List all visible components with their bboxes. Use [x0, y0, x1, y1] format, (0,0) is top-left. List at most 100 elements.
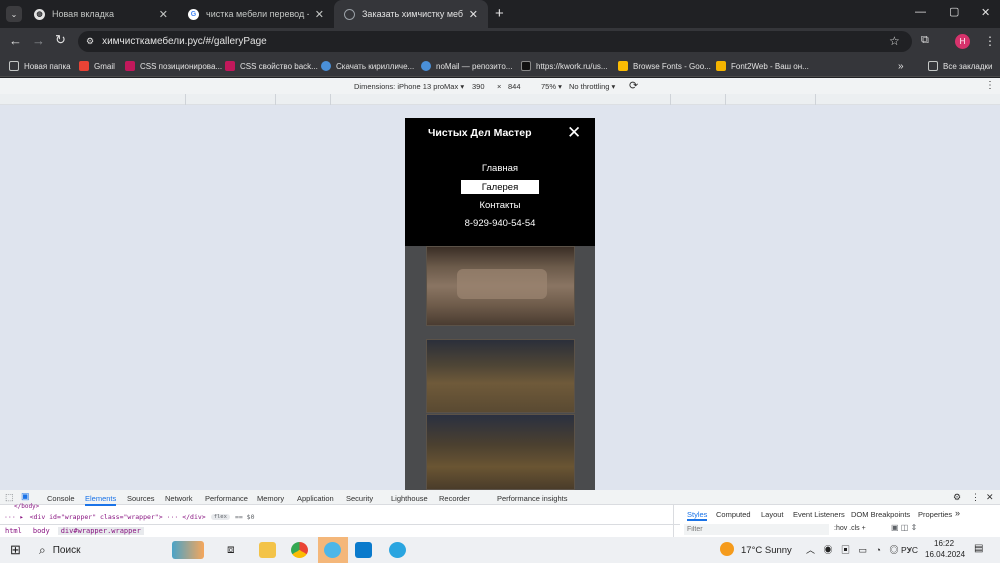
telegram-taskbar-icon[interactable] — [389, 542, 406, 558]
gallery-photo-sofa[interactable] — [426, 339, 575, 413]
task-view-icon[interactable]: ⧈ — [227, 542, 235, 557]
address-bar[interactable]: ⚙ химчисткамебели.рус/#/galleryPage — [78, 31, 912, 52]
device-mode-icon[interactable]: ▣ — [21, 491, 30, 502]
styles-tab[interactable]: Styles — [687, 510, 708, 521]
notifications-icon[interactable]: ▤ — [974, 543, 983, 554]
vscode-taskbar-icon[interactable] — [355, 542, 372, 558]
devtools-menu-icon[interactable]: ⋮ — [971, 492, 980, 503]
more-tabs-icon[interactable]: » — [955, 508, 960, 518]
dom-node-text: <div id="wrapper" class="wrapper"> ··· <… — [29, 513, 206, 521]
bookmark-item[interactable]: Новая папка — [9, 59, 71, 73]
devtools-tab-sources[interactable]: Sources — [127, 494, 155, 503]
bookmark-item[interactable]: Скачать кирилличе... — [321, 59, 414, 73]
tab-close-icon[interactable]: ✕ — [469, 8, 478, 21]
profile-avatar[interactable]: Н — [955, 34, 970, 49]
bookmarks-overflow-button[interactable]: » — [898, 59, 904, 73]
gallery-photo-sofa[interactable] — [426, 414, 575, 490]
gallery-photo-sofa[interactable] — [426, 246, 575, 326]
rotate-icon[interactable]: ⟳ — [629, 79, 638, 92]
bookmark-item[interactable]: https://kwork.ru/us... — [521, 59, 608, 73]
site-brand[interactable]: Чистых Дел Мастер — [428, 127, 532, 139]
nav-phone-link[interactable]: 8-929-940-54-54 — [405, 218, 595, 229]
bookmark-item[interactable]: Browse Fonts - Goo... — [618, 59, 711, 73]
clock-date[interactable]: 16.04.2024 — [925, 550, 965, 559]
devtools-settings-icon[interactable]: ⚙ — [953, 492, 961, 503]
device-select[interactable]: Dimensions: iPhone 13 proMax ▾ — [354, 82, 464, 91]
all-bookmarks-button[interactable]: Все закладки — [928, 59, 992, 73]
devtools-tab-recorder[interactable]: Recorder — [439, 494, 470, 503]
devtools-tab-elements[interactable]: Elements — [85, 494, 117, 506]
dom-tree-line[interactable]: ··· ▸ <div id="wrapper" class="wrapper">… — [4, 512, 674, 522]
file-explorer-icon[interactable] — [259, 542, 276, 558]
flex-badge[interactable]: flex — [210, 514, 230, 520]
menu-close-icon[interactable]: ✕ — [567, 123, 581, 143]
devtools-tab-lighthouse[interactable]: Lighthouse — [391, 494, 428, 503]
devtools-tab-application[interactable]: Application — [297, 494, 334, 503]
styles-filter-input[interactable] — [684, 524, 829, 535]
devtools-tab-performance-insights[interactable]: Performance insights — [497, 494, 567, 503]
forward-icon[interactable]: → — [32, 33, 45, 48]
devtools-tab-performance[interactable]: Performance — [205, 494, 248, 503]
inspect-element-icon[interactable]: ⬚ — [5, 492, 14, 503]
dom-expand-arrow-icon[interactable]: ··· ▸ — [4, 513, 24, 521]
computed-tab[interactable]: Computed — [716, 510, 751, 519]
font2web-icon — [716, 61, 726, 71]
minimize-icon[interactable]: — — [915, 6, 926, 18]
event-listeners-tab[interactable]: Event Listeners — [793, 510, 845, 519]
clock-time[interactable]: 16:22 — [934, 539, 954, 548]
widgets-icon[interactable] — [172, 541, 204, 559]
styles-filter-tools[interactable]: :hov .cls + — [834, 525, 866, 532]
maximize-icon[interactable]: ▢ — [949, 5, 959, 18]
site-info-icon[interactable]: ⚙ — [86, 36, 94, 47]
device-width-input[interactable]: 390 — [472, 82, 485, 91]
bookmark-item[interactable]: Font2Web - Ваш он... — [716, 59, 809, 73]
language-indicator[interactable]: РУС — [901, 545, 918, 555]
app-taskbar-icon[interactable] — [324, 542, 341, 558]
reload-icon[interactable]: ↻ — [55, 32, 66, 48]
nav-link-contacts[interactable]: Контакты — [405, 200, 595, 211]
bookmark-label: Новая папка — [24, 61, 71, 71]
browser-menu-icon[interactable]: ⋮ — [984, 34, 996, 48]
devtools-tab-console[interactable]: Console — [47, 494, 75, 503]
bookmark-item[interactable]: CSS свойство back... — [225, 59, 318, 73]
dom-breakpoints-tab[interactable]: DOM Breakpoints — [851, 510, 910, 519]
weather-text[interactable]: 17°C Sunny — [741, 545, 792, 556]
breadcrumb-item[interactable]: div#wrapper.wrapper — [57, 526, 144, 535]
zoom-select[interactable]: 75% ▾ — [541, 82, 562, 91]
tab-google-search[interactable]: G чистка мебели перевод - Пои ✕ — [178, 0, 334, 28]
window-close-icon[interactable]: ✕ — [981, 6, 990, 19]
tab-close-icon[interactable]: ✕ — [315, 8, 324, 21]
devtools-tab-security[interactable]: Security — [346, 494, 373, 503]
tab-close-icon[interactable]: ✕ — [159, 8, 168, 21]
device-height-input[interactable]: 844 — [508, 82, 521, 91]
nav-link-home[interactable]: Главная — [405, 163, 595, 174]
back-icon[interactable]: ← — [9, 33, 22, 48]
devtools-close-icon[interactable]: ✕ — [986, 492, 994, 503]
tray-icons[interactable]: ︿ ◉ ▣ ▭ ◔ ◎ ♪ — [806, 543, 914, 556]
devtools-tab-memory[interactable]: Memory — [257, 494, 284, 503]
bookmark-item[interactable]: Gmail — [79, 59, 115, 73]
windows-start-icon[interactable]: ⊞ — [10, 542, 21, 558]
weather-icon[interactable] — [720, 542, 734, 556]
breadcrumb-item[interactable]: html — [5, 527, 22, 535]
tab-active-page[interactable]: Заказать химчистку мебели н ✕ — [334, 0, 488, 28]
devtools-tab-network[interactable]: Network — [165, 494, 193, 503]
extensions-icon[interactable]: ⧉ — [921, 34, 929, 47]
throttling-select[interactable]: No throttling ▾ — [569, 82, 615, 91]
tab-search-button[interactable]: ⌄ — [6, 6, 22, 22]
layout-tab[interactable]: Layout — [761, 510, 784, 519]
chrome-taskbar-icon[interactable] — [291, 542, 308, 558]
tab-new-tab[interactable]: ◍ Новая вкладка ✕ — [24, 0, 178, 28]
bookmark-item[interactable]: CSS позиционирова... — [125, 59, 222, 73]
nav-link-gallery[interactable]: Галерея — [461, 180, 539, 194]
dom-tree-body-line[interactable]: </body> — [14, 503, 39, 510]
breadcrumb-item[interactable]: body — [33, 527, 50, 535]
bookmark-item[interactable]: noMail — репозито... — [421, 59, 512, 73]
taskbar-search[interactable]: ⌕ Поиск — [34, 539, 164, 561]
styles-toolbar-icons[interactable]: ▣ ◫ ⇕ — [891, 523, 917, 532]
new-tab-button[interactable]: + — [495, 5, 504, 22]
bookmark-star-icon[interactable]: ☆ — [889, 34, 900, 48]
dimension-times: × — [497, 82, 502, 91]
device-toolbar-menu-icon[interactable]: ⋮ — [985, 80, 995, 91]
properties-tab[interactable]: Properties — [918, 510, 952, 519]
